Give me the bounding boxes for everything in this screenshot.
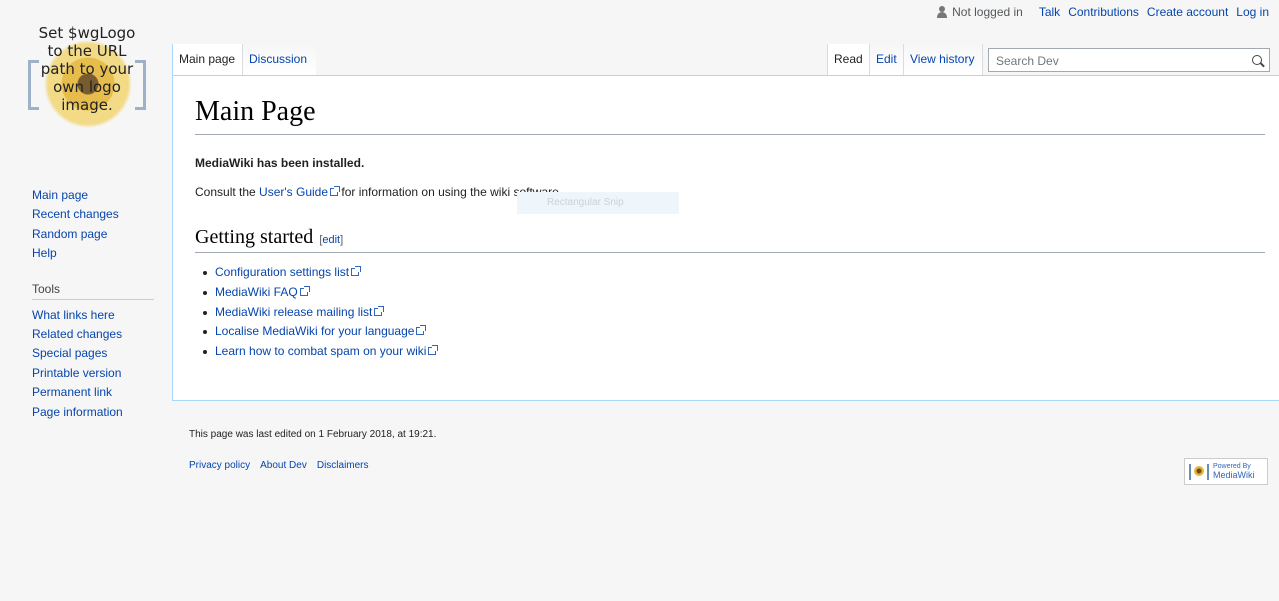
sidebar-navigation: Main page Recent changes Random page Hel…	[32, 186, 154, 264]
list-item: MediaWiki FAQ	[203, 283, 436, 303]
installed-message: MediaWiki has been installed.	[195, 156, 365, 170]
tab-main-page[interactable]: Main page	[172, 44, 242, 75]
list-item: Learn how to combat spam on your wiki	[203, 342, 439, 362]
mediawiki-logo-icon	[1189, 463, 1209, 480]
consult-paragraph: Consult the User's Guide for information…	[195, 185, 562, 199]
talk-link[interactable]: Talk	[1039, 5, 1060, 19]
sidebar-item-page-information[interactable]: Page information	[32, 405, 123, 419]
external-link-icon	[416, 325, 427, 336]
getting-started-list: Configuration settings list MediaWiki FA…	[203, 263, 439, 362]
mailing-list-link[interactable]: MediaWiki release mailing list	[215, 305, 372, 319]
list-item: MediaWiki release mailing list	[203, 303, 436, 323]
logo-line: image.	[61, 96, 113, 114]
search-box	[988, 48, 1270, 72]
localise-link[interactable]: Localise MediaWiki for your language	[215, 324, 414, 338]
logo-line: own logo	[53, 78, 121, 96]
powered-by-mediawiki-badge[interactable]: Powered By MediaWiki	[1184, 458, 1268, 485]
list-item: Configuration settings list	[203, 263, 436, 283]
footer-links: Privacy policy About Dev Disclaimers	[189, 460, 369, 471]
list-item: Localise MediaWiki for your language	[203, 322, 436, 342]
last-edited-info: This page was last edited on 1 February …	[189, 429, 437, 440]
personal-tools: Not logged in Talk Contributions Create …	[936, 5, 1269, 19]
external-link-icon	[428, 345, 439, 356]
powered-by-text: Powered By MediaWiki	[1213, 463, 1255, 480]
section-edit-text[interactable]: edit	[322, 234, 340, 246]
logo-line: Set $wgLogo	[38, 24, 136, 42]
section-heading-text: Getting started	[195, 226, 314, 248]
users-guide-link[interactable]: User's Guide	[259, 185, 328, 199]
about-link[interactable]: About Dev	[260, 460, 307, 471]
site-logo[interactable]: Set $wgLogo to the URL path to your own …	[22, 24, 152, 136]
logo-line: to the URL	[47, 42, 127, 60]
sidebar-item-random-page[interactable]: Random page	[32, 227, 107, 241]
section-divider	[195, 252, 1265, 253]
sidebar-item-help[interactable]: Help	[32, 246, 57, 260]
sidebar-item-printable-version[interactable]: Printable version	[32, 366, 121, 380]
main-content: Main Page MediaWiki has been installed. …	[172, 75, 1279, 401]
tab-read[interactable]: Read	[827, 44, 869, 75]
section-edit-link[interactable]: [edit]	[319, 234, 343, 246]
sidebar-item-related-changes[interactable]: Related changes	[32, 327, 122, 341]
external-link-icon	[374, 305, 385, 316]
getting-started-heading: Getting started [edit]	[195, 226, 343, 249]
combat-spam-link[interactable]: Learn how to combat spam on your wiki	[215, 344, 426, 358]
tab-view-history[interactable]: View history	[903, 44, 983, 75]
tab-discussion[interactable]: Discussion	[242, 44, 316, 75]
search-input[interactable]	[994, 50, 1238, 72]
sidebar-item-special-pages[interactable]: Special pages	[32, 346, 107, 360]
external-link-icon	[351, 266, 362, 276]
tools-heading: Tools	[32, 282, 154, 300]
user-icon	[936, 6, 948, 18]
search-icon[interactable]	[1252, 55, 1262, 65]
title-divider	[195, 134, 1265, 135]
external-link-icon	[330, 186, 341, 196]
sidebar: Main page Recent changes Random page Hel…	[32, 186, 154, 422]
logo-line: path to your	[40, 60, 134, 78]
sidebar-item-main-page[interactable]: Main page	[32, 188, 88, 202]
contributions-link[interactable]: Contributions	[1068, 5, 1139, 19]
rectangular-snip-overlay: Rectangular Snip	[517, 192, 679, 214]
logo-placeholder-text: Set $wgLogo to the URL path to your own …	[22, 24, 152, 114]
privacy-policy-link[interactable]: Privacy policy	[189, 460, 250, 471]
consult-text-before: Consult the	[195, 185, 260, 199]
powered-by-big: MediaWiki	[1213, 470, 1255, 480]
page-title: Main Page	[195, 96, 316, 127]
sidebar-item-recent-changes[interactable]: Recent changes	[32, 207, 119, 221]
external-link-icon	[299, 285, 310, 296]
tab-edit[interactable]: Edit	[869, 44, 903, 75]
sidebar-item-permanent-link[interactable]: Permanent link	[32, 385, 112, 399]
sidebar-tools: What links here Related changes Special …	[32, 306, 154, 422]
disclaimers-link[interactable]: Disclaimers	[317, 460, 369, 471]
configuration-settings-link[interactable]: Configuration settings list	[215, 265, 349, 279]
log-in-link[interactable]: Log in	[1236, 5, 1269, 19]
sidebar-item-what-links-here[interactable]: What links here	[32, 308, 115, 322]
mediawiki-faq-link[interactable]: MediaWiki FAQ	[215, 285, 298, 299]
create-account-link[interactable]: Create account	[1147, 5, 1228, 19]
not-logged-in-text: Not logged in	[952, 5, 1023, 19]
